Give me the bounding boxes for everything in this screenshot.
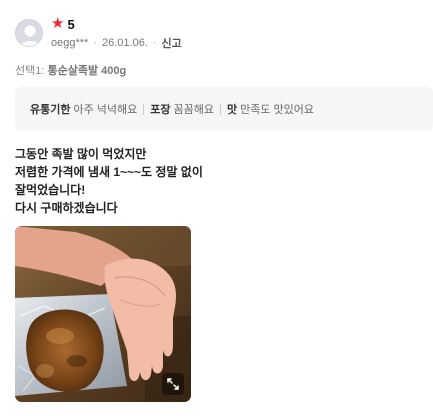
tag-value-taste: 만족도 맛있어요 (240, 104, 315, 116)
avatar (15, 19, 43, 47)
option-name: 통순살족발 400g (47, 65, 127, 77)
reviewer-name: oegg*** (51, 37, 89, 49)
expand-icon (167, 378, 179, 390)
review-tags: 유통기한 아주 넉넉해요 포장 꼼꼼해요 맛 만족도 맛있어요 (15, 87, 433, 131)
review-text-line: 잘먹었습니다! (15, 183, 86, 197)
review-text-line: 다시 구매하겠습니다 (15, 201, 118, 215)
report-button[interactable]: 신고 (162, 35, 182, 51)
tag-value-expiry: 아주 넉넉해요 (73, 104, 138, 116)
tag-divider (143, 103, 145, 115)
tag-key-packaging: 포장 (150, 104, 171, 116)
tag-key-taste: 맛 (227, 104, 238, 116)
purchase-option: 선택1: 통순살족발 400g (15, 62, 126, 78)
star-icon: ★ (51, 15, 65, 32)
tag-key-expiry: 유통기한 (30, 104, 71, 116)
review-text-line: 저렴한 가격에 냄새 1~~~도 정말 없이 (15, 165, 203, 179)
option-prefix: 선택1: (15, 65, 45, 77)
review-header: ★ 5 oegg*** · 26.01.06. · 신고 (15, 15, 182, 51)
review-photo[interactable] (15, 226, 191, 402)
tag-value-packaging: 꼼꼼해요 (173, 104, 214, 116)
rating-score: 5 (67, 16, 75, 32)
rating: ★ 5 (51, 15, 182, 33)
review-text-line: 그동안 족발 많이 먹었지만 (15, 147, 147, 161)
review-text: 그동안 족발 많이 먹었지만 저렴한 가격에 냄새 1~~~도 정말 없이 잘먹… (15, 145, 203, 217)
review-date: 26.01.06. (102, 37, 148, 49)
separator-dot: · (93, 37, 97, 49)
separator-dot: · (152, 37, 157, 49)
expand-button[interactable] (162, 373, 184, 395)
default-avatar-icon (19, 25, 41, 46)
tag-divider (220, 103, 221, 115)
